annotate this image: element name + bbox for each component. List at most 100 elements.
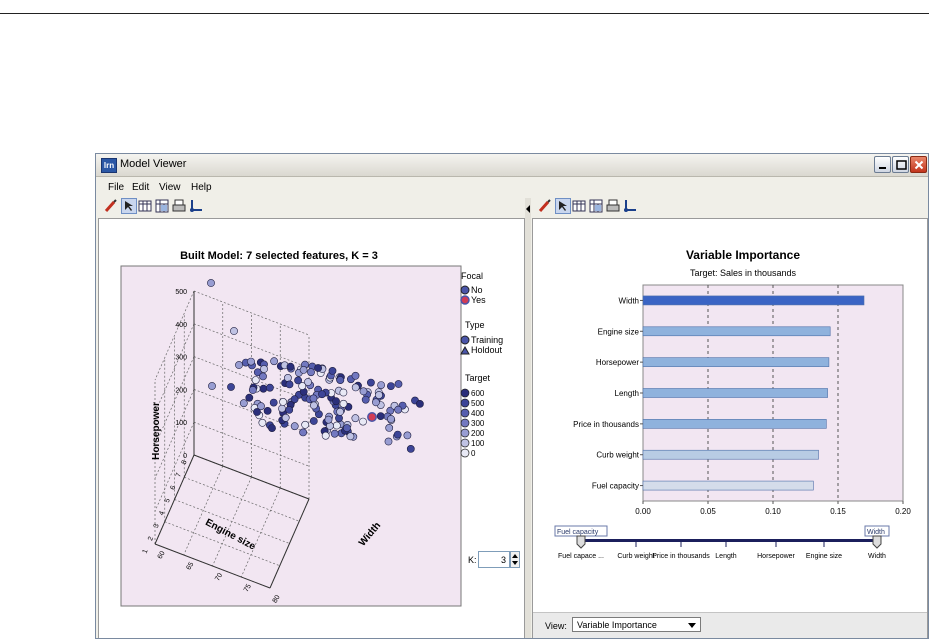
axis-icon[interactable] bbox=[623, 199, 637, 213]
scatter-point[interactable] bbox=[281, 413, 290, 422]
bar-horsepower[interactable] bbox=[642, 357, 830, 367]
menu-edit[interactable]: Edit bbox=[132, 182, 149, 193]
title-bar[interactable]: lrn Model Viewer bbox=[96, 154, 928, 177]
print-icon[interactable] bbox=[606, 199, 620, 213]
scatter-point[interactable] bbox=[384, 437, 393, 446]
scatter-point[interactable] bbox=[248, 386, 257, 394]
scatter-point[interactable] bbox=[265, 383, 274, 392]
scatter-point[interactable] bbox=[359, 387, 368, 396]
menu-help[interactable]: Help bbox=[191, 182, 212, 193]
model-view-panel[interactable]: Built Model: 7 selected features, K = 3 … bbox=[98, 218, 525, 639]
scatter-point[interactable] bbox=[283, 373, 292, 382]
scatter-point[interactable] bbox=[269, 398, 278, 407]
scatter-point[interactable] bbox=[387, 415, 395, 423]
scatter-point[interactable] bbox=[394, 405, 403, 414]
scatter-point[interactable] bbox=[351, 371, 360, 380]
scatter-point[interactable] bbox=[377, 381, 385, 389]
scatter-point[interactable] bbox=[251, 376, 260, 384]
importance-slider[interactable]: Fuel capace ... Curb weightPrice in thous… bbox=[554, 525, 890, 560]
scatter-point[interactable] bbox=[351, 383, 360, 392]
scatter-point[interactable] bbox=[285, 405, 294, 414]
scatter-point[interactable] bbox=[332, 421, 341, 430]
k-spinner[interactable]: K: 3 bbox=[468, 551, 520, 569]
slider-left-handle[interactable] bbox=[576, 535, 586, 549]
scatter-point[interactable] bbox=[366, 378, 375, 387]
scatter-point[interactable] bbox=[393, 430, 402, 439]
stepper-arrows-icon[interactable] bbox=[511, 552, 519, 567]
scatter-point[interactable] bbox=[328, 366, 337, 375]
k-input[interactable]: 3 bbox=[478, 551, 510, 568]
scatter-point[interactable] bbox=[299, 365, 308, 374]
bar-width[interactable] bbox=[642, 295, 865, 306]
scatter-point[interactable] bbox=[339, 388, 348, 397]
scatter-point[interactable] bbox=[270, 357, 278, 366]
scatter-point[interactable] bbox=[309, 417, 318, 425]
collapse-arrow-icon[interactable] bbox=[525, 202, 531, 222]
scatter-point[interactable] bbox=[359, 417, 367, 426]
scatter-point[interactable] bbox=[403, 431, 412, 440]
scatter-point[interactable] bbox=[247, 357, 255, 366]
bar-length[interactable] bbox=[642, 388, 828, 398]
scatter-point[interactable] bbox=[239, 399, 248, 408]
scatter-point[interactable] bbox=[346, 432, 355, 441]
built-model-chart[interactable]: Built Model: 7 selected features, K = 3 … bbox=[99, 219, 524, 639]
table-icon[interactable] bbox=[138, 199, 152, 213]
scatter-point[interactable] bbox=[299, 428, 307, 437]
scatter-point[interactable] bbox=[385, 423, 394, 432]
scatter-point[interactable] bbox=[307, 368, 315, 377]
scatter-point[interactable] bbox=[208, 382, 216, 390]
slider-right-handle[interactable] bbox=[872, 535, 882, 549]
scatter-point[interactable] bbox=[260, 365, 268, 373]
brush-icon[interactable] bbox=[104, 199, 118, 213]
menu-view[interactable]: View bbox=[159, 182, 181, 193]
model-viewer-window[interactable]: lrn Model Viewer File Edit View Help Bui… bbox=[95, 153, 929, 639]
focal-point[interactable] bbox=[367, 412, 377, 422]
menu-file[interactable]: File bbox=[108, 182, 124, 193]
scatter-point[interactable] bbox=[336, 376, 345, 384]
scatter-point[interactable] bbox=[309, 394, 318, 403]
panel-splitter[interactable] bbox=[525, 198, 531, 638]
scatter-point[interactable] bbox=[278, 404, 286, 413]
print-icon[interactable] bbox=[172, 199, 186, 213]
scatter-point[interactable] bbox=[330, 429, 339, 438]
bar-curb-weight[interactable] bbox=[642, 449, 819, 460]
pivot-table-icon[interactable] bbox=[155, 199, 169, 213]
scatter-point[interactable] bbox=[253, 408, 261, 416]
scatter-point[interactable] bbox=[286, 362, 295, 371]
scatter-point[interactable] bbox=[279, 397, 287, 406]
chevron-down-icon[interactable] bbox=[688, 623, 696, 628]
scatter-point[interactable] bbox=[376, 412, 385, 420]
pivot-table-icon[interactable] bbox=[589, 199, 603, 213]
scatter-point[interactable] bbox=[318, 390, 326, 399]
scatter-point[interactable] bbox=[394, 380, 403, 388]
bar-fuel-capacity[interactable] bbox=[642, 480, 814, 491]
scatter-point[interactable] bbox=[332, 397, 340, 406]
scatter-point[interactable] bbox=[415, 399, 424, 408]
close-icon[interactable] bbox=[910, 156, 927, 173]
scatter-point[interactable] bbox=[259, 384, 268, 393]
pointer-icon[interactable] bbox=[121, 198, 137, 214]
scatter-point[interactable] bbox=[290, 422, 299, 431]
scatter-point[interactable] bbox=[321, 431, 330, 440]
axis-icon[interactable] bbox=[189, 199, 203, 213]
scatter-point[interactable] bbox=[245, 393, 254, 402]
pointer-icon[interactable] bbox=[555, 198, 571, 214]
scatter-point[interactable] bbox=[336, 407, 344, 416]
k-stepper[interactable] bbox=[510, 551, 520, 568]
scatter-point[interactable] bbox=[294, 376, 302, 385]
scatter-point[interactable] bbox=[335, 414, 343, 423]
minimize-icon[interactable] bbox=[874, 156, 891, 173]
scatter-point[interactable] bbox=[324, 415, 333, 424]
brush-icon[interactable] bbox=[538, 199, 552, 213]
scatter-point[interactable] bbox=[314, 364, 322, 372]
variable-importance-panel[interactable]: Variable Importance Target: Sales in tho… bbox=[532, 218, 928, 638]
scatter-point[interactable] bbox=[342, 424, 351, 432]
scatter-point[interactable] bbox=[235, 361, 243, 369]
scatter-point[interactable] bbox=[263, 406, 272, 415]
bar-price-in-thousands[interactable] bbox=[642, 419, 827, 429]
scatter-point[interactable] bbox=[259, 372, 267, 381]
bar-engine-size[interactable] bbox=[642, 326, 831, 337]
table-icon[interactable] bbox=[572, 199, 586, 213]
scatter-point[interactable] bbox=[285, 380, 294, 389]
scatter-point[interactable] bbox=[406, 444, 415, 453]
